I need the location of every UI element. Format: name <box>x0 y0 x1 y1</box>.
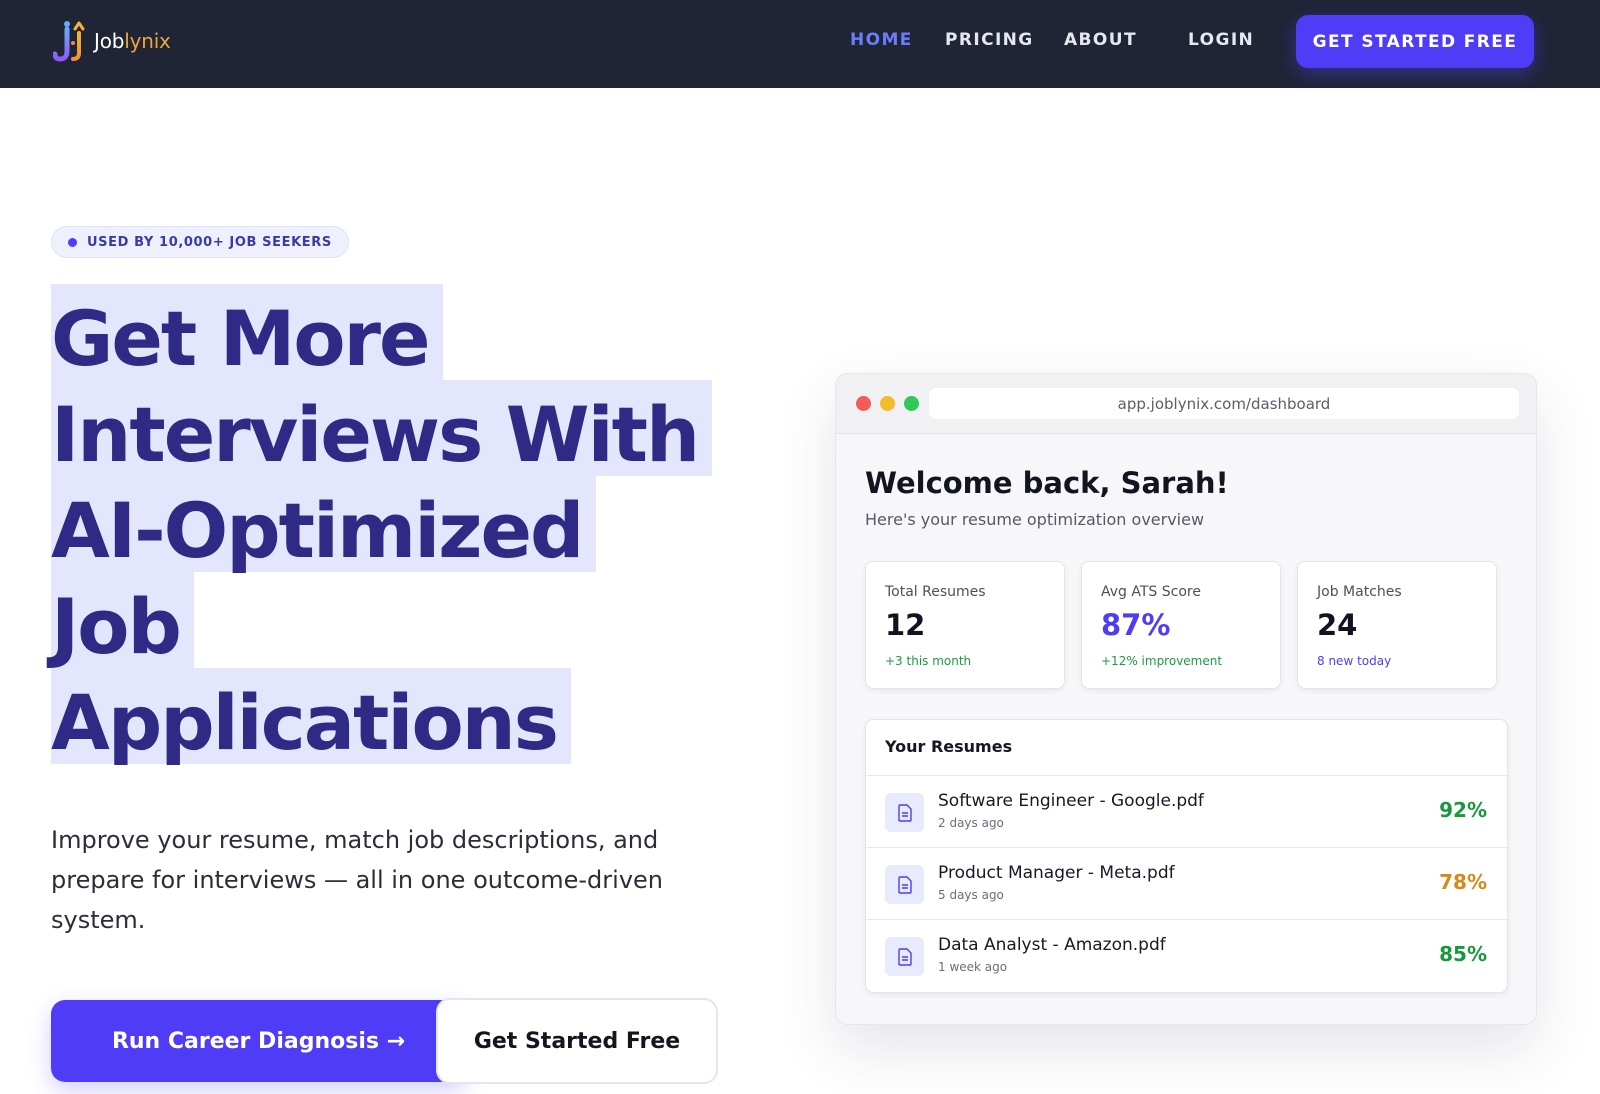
document-icon <box>885 793 924 832</box>
resumes-panel: Your Resumes Software Engineer - Google.… <box>865 719 1508 993</box>
stat-value: 24 <box>1317 608 1358 642</box>
resume-row[interactable]: Data Analyst - Amazon.pdf 1 week ago 85% <box>866 919 1507 992</box>
window-close-dot-icon <box>856 396 871 411</box>
nav-login-link[interactable]: LOGIN <box>1188 30 1254 50</box>
logo[interactable]: Joblynix <box>52 19 171 63</box>
headline-line-5: Applications <box>51 668 571 767</box>
nav-pricing-link[interactable]: PRICING <box>945 30 1034 50</box>
stat-value: 12 <box>885 608 926 642</box>
headline-line-4: Job <box>51 572 194 671</box>
document-icon <box>885 865 924 904</box>
brand-name-main: Job <box>94 29 125 53</box>
resume-row[interactable]: Product Manager - Meta.pdf 5 days ago 78… <box>866 847 1507 920</box>
welcome-subtitle: Here's your resume optimization overview <box>865 510 1205 529</box>
stat-card-job-matches: Job Matches 24 8 new today <box>1297 561 1497 689</box>
dashboard-preview: app.joblynix.com/dashboard Welcome back,… <box>835 373 1537 1025</box>
badge-text: USED BY 10,000+ JOB SEEKERS <box>87 234 332 250</box>
resume-row[interactable]: Software Engineer - Google.pdf 2 days ag… <box>866 775 1507 848</box>
top-navbar: Joblynix HOME PRICING ABOUT LOGIN GET ST… <box>0 0 1600 88</box>
headline-line-2: Interviews With <box>51 380 713 479</box>
joblynix-logo-icon <box>52 19 89 63</box>
nav-about-link[interactable]: ABOUT <box>1064 30 1137 50</box>
window-minimize-dot-icon <box>880 396 895 411</box>
window-maximize-dot-icon <box>904 396 919 411</box>
resume-date: 1 week ago <box>938 960 1008 974</box>
resume-date: 5 days ago <box>938 888 1004 902</box>
stat-value: 87% <box>1101 608 1171 642</box>
stat-label: Avg ATS Score <box>1101 584 1201 600</box>
welcome-heading: Welcome back, Sarah! <box>865 466 1229 500</box>
resume-score: 85% <box>1439 942 1487 966</box>
resume-file-name: Data Analyst - Amazon.pdf <box>938 935 1166 955</box>
resume-score: 92% <box>1439 798 1487 822</box>
run-career-diagnosis-button[interactable]: Run Career Diagnosis → <box>51 1000 466 1082</box>
stat-note: 8 new today <box>1317 654 1392 668</box>
stat-card-avg-ats-score: Avg ATS Score 87% +12% improvement <box>1081 561 1281 689</box>
get-started-free-button[interactable]: Get Started Free <box>436 998 718 1084</box>
headline-line-1: Get More <box>51 284 443 383</box>
resume-file-name: Software Engineer - Google.pdf <box>938 791 1204 811</box>
badge-dot-icon <box>68 237 77 247</box>
resume-score: 78% <box>1439 870 1487 894</box>
hero-subcopy: Improve your resume, match job descripti… <box>51 826 663 934</box>
brand-name-accent: lynix <box>124 29 171 53</box>
stat-card-total-resumes: Total Resumes 12 +3 this month <box>865 561 1065 689</box>
stat-note: +12% improvement <box>1101 654 1223 668</box>
document-icon <box>885 937 924 976</box>
nav-home-link[interactable]: HOME <box>850 30 913 50</box>
social-proof-badge: USED BY 10,000+ JOB SEEKERS <box>51 226 349 258</box>
headline-line-3: AI-Optimized <box>51 476 597 575</box>
stat-note: +3 this month <box>885 654 972 668</box>
resumes-panel-title: Your Resumes <box>885 737 1013 756</box>
get-started-free-header-button[interactable]: GET STARTED FREE <box>1296 15 1534 68</box>
resume-file-name: Product Manager - Meta.pdf <box>938 863 1175 883</box>
resume-date: 2 days ago <box>938 816 1004 830</box>
address-bar: app.joblynix.com/dashboard <box>929 388 1519 419</box>
browser-toolbar: app.joblynix.com/dashboard <box>836 374 1536 434</box>
hero-headline: Get More Interviews With AI-Optimized Jo… <box>51 284 751 767</box>
stat-label: Job Matches <box>1317 584 1402 600</box>
brand-name: Joblynix <box>94 29 171 53</box>
stat-label: Total Resumes <box>885 584 986 600</box>
